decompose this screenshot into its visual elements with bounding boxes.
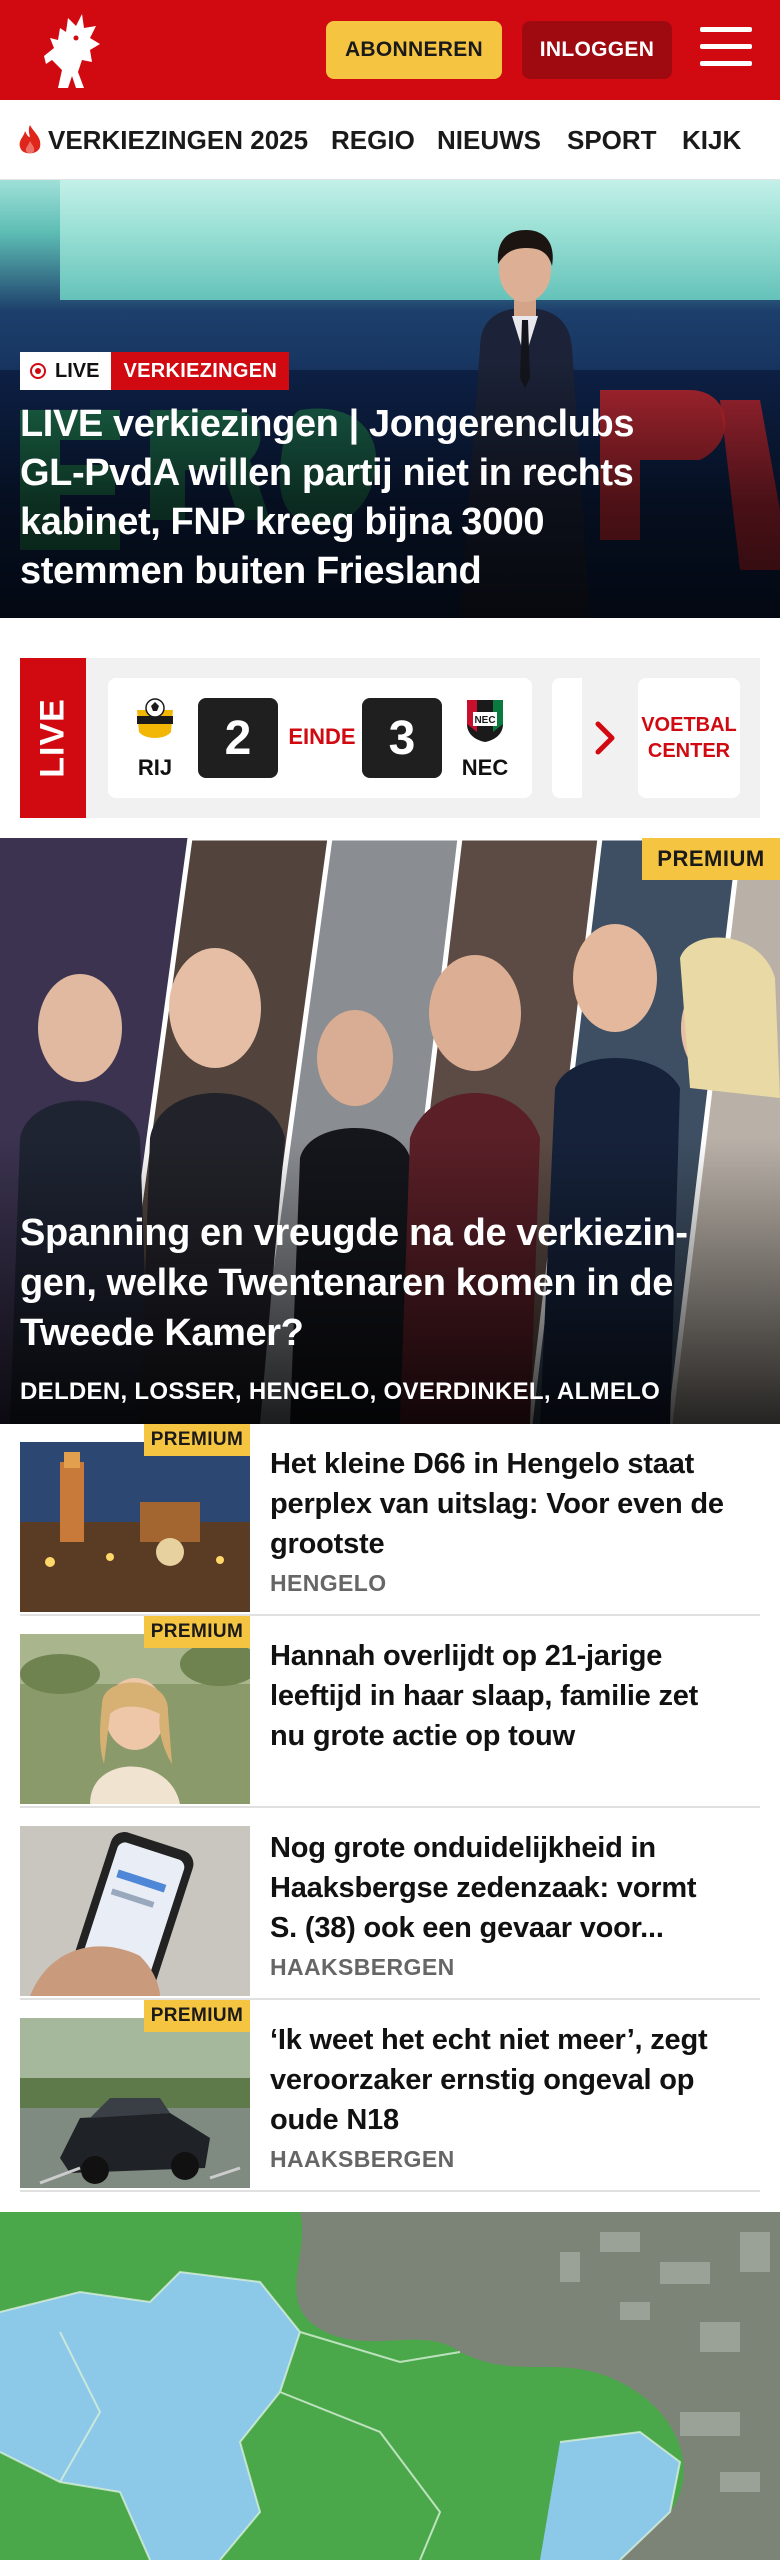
article-place: HAAKSBERGEN: [270, 2146, 455, 2172]
away-score: 3: [362, 698, 442, 778]
article-title: Het kleine D66 in Hengelo staat perplex …: [270, 1444, 750, 1564]
nav-item-regio[interactable]: REGIO: [331, 100, 415, 179]
article-title-line: oude N18: [270, 2104, 399, 2136]
article-thumbnail: [20, 1442, 250, 1612]
article-title-line: veroorzaker ernstig ongeval op: [270, 2064, 695, 2096]
main-nav: VERKIEZINGEN 2025 REGIO NIEUWS SPORT KIJ…: [0, 100, 780, 180]
live-badge-label: LIVE: [55, 359, 100, 382]
football-center-link[interactable]: VOETBAL CENTER: [638, 678, 740, 798]
article-thumbnail: [20, 1634, 250, 1804]
list-item[interactable]: Nog grote onduidelijkheid in Haaksbergse…: [20, 1808, 760, 2000]
hamburger-icon[interactable]: [700, 27, 752, 71]
match-status: EINDE: [288, 724, 356, 749]
article-thumbnail: [20, 1826, 250, 1996]
premium-badge: PREMIUM: [144, 1616, 250, 1648]
live-tab: LIVE: [20, 658, 86, 818]
nav-item-sport[interactable]: SPORT: [567, 100, 657, 179]
football-crest-icon: [137, 698, 173, 738]
map-image[interactable]: [0, 2212, 780, 2560]
match-card[interactable]: RIJ 2 EINDE 3 NEC NEC: [108, 678, 532, 798]
feature-title-line: Tweede Kamer?: [20, 1312, 304, 1354]
hero-title[interactable]: LIVE verkiezingen | Jongerenclubs GL-Pvd…: [20, 400, 750, 596]
article-title-line: nu grote actie op touw: [270, 1720, 575, 1752]
svg-text:NEC: NEC: [474, 715, 495, 726]
next-match-card[interactable]: [552, 678, 582, 798]
hero-badges: LIVE VERKIEZINGEN: [20, 352, 290, 390]
article-title-line: ‘Ik weet het echt niet meer’, zegt: [270, 2024, 708, 2056]
article-title: Hannah overlijdt op 21-jarige leeftijd i…: [270, 1636, 750, 1756]
feature-places: DELDEN, LOSSER, HENGELO, OVERDINKEL, ALM…: [20, 1378, 661, 1405]
article-title-line: perplex van uitslag: Voor even de: [270, 1488, 724, 1520]
nav-item-verkiezingen[interactable]: VERKIEZINGEN 2025: [16, 100, 309, 179]
live-score-strip: LIVE RIJ 2 EINDE 3 NEC NEC VOETBAL CENTE…: [20, 658, 760, 818]
login-button[interactable]: INLOGGEN: [522, 21, 672, 79]
article-title-line: Het kleine D66 in Hengelo staat: [270, 1448, 695, 1480]
article-title-line: grootste: [270, 1528, 385, 1560]
home-team: RIJ: [120, 696, 190, 781]
article-place: HAAKSBERGEN: [270, 1954, 455, 1980]
away-team: NEC NEC: [450, 696, 520, 781]
chevron-right-icon[interactable]: [592, 718, 618, 758]
horse-icon[interactable]: [38, 10, 108, 92]
premium-badge: PREMIUM: [642, 838, 780, 880]
hero-title-line: GL-PvdA willen partij niet in rechts: [20, 452, 634, 494]
list-item[interactable]: PREMIUM Hannah overlijdt op 21-jarige le…: [20, 1616, 760, 1808]
article-title-line: S. (38) ook een gevaar voor...: [270, 1912, 664, 1944]
article-title-line: Hannah overlijdt op 21-jarige: [270, 1640, 663, 1672]
feature-title-line: gen, welke Twentenaren komen in de: [20, 1262, 673, 1304]
feature-title-line: Spanning en vreugde na de verkiezin-: [20, 1212, 688, 1254]
home-score: 2: [198, 698, 278, 778]
premium-badge: PREMIUM: [144, 2000, 250, 2032]
away-team-name: NEC: [461, 755, 509, 780]
live-dot-icon: [30, 363, 46, 379]
top-header: ABONNEREN INLOGGEN: [0, 0, 780, 100]
live-badge: LIVE: [20, 352, 112, 390]
article-title-line: leeftijd in haar slaap, familie zet: [270, 1680, 699, 1712]
article-place: HENGELO: [270, 1570, 387, 1596]
list-item[interactable]: PREMIUM ‘Ik weet het echt niet meer’, ze…: [20, 2000, 760, 2192]
article-title-line: Haaksbergse zedenzaak: vormt: [270, 1872, 697, 1904]
article-title-line: Nog grote onduidelijkheid in: [270, 1832, 656, 1864]
article-title: ‘Ik weet het echt niet meer’, zegt veroo…: [270, 2020, 750, 2140]
football-center-label: CENTER: [647, 740, 731, 762]
list-item[interactable]: PREMIUM Het kleine D66 in Hengelo staat …: [20, 1424, 760, 1616]
premium-badge: PREMIUM: [144, 1424, 250, 1456]
home-team-name: RIJ: [137, 755, 173, 780]
article-thumbnail: [20, 2018, 250, 2188]
nec-crest-icon: NEC: [467, 700, 503, 742]
article-title: Nog grote onduidelijkheid in Haaksbergse…: [270, 1828, 750, 1948]
hero-title-line: LIVE verkiezingen | Jongerenclubs: [20, 403, 635, 445]
hero-title-line: kabinet, FNP kreeg bijna 3000: [20, 501, 545, 543]
nav-item-nieuws[interactable]: NIEUWS: [437, 100, 541, 179]
nav-item-kijk[interactable]: KIJK: [682, 100, 741, 179]
flame-icon: [19, 125, 41, 154]
hero-image-backdrop: [60, 180, 780, 300]
live-tab-label: LIVE: [33, 698, 72, 778]
nav-item-label: VERKIEZINGEN 2025: [48, 124, 309, 155]
football-center-label: VOETBAL: [641, 714, 737, 736]
subscribe-button[interactable]: ABONNEREN: [326, 21, 502, 79]
hero-title-line: stemmen buiten Friesland: [20, 550, 482, 592]
feature-title[interactable]: Spanning en vreugde na de verkiezin- gen…: [20, 1208, 765, 1358]
category-badge: VERKIEZINGEN: [111, 352, 290, 390]
